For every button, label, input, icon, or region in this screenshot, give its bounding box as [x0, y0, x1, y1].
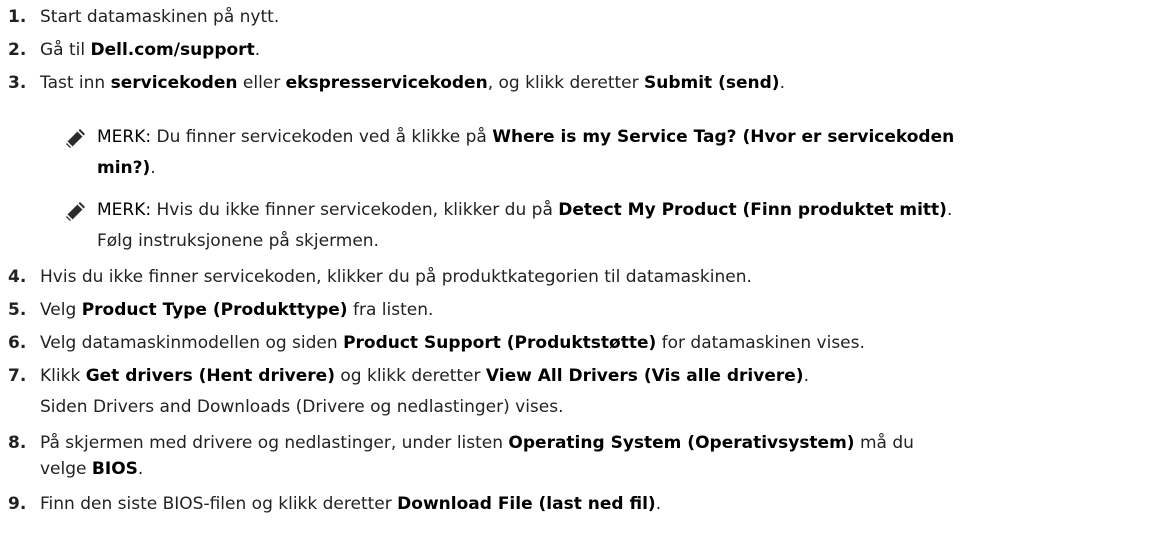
step-text: Hvis du ikke finner servicekoden, klikke… — [40, 264, 752, 290]
step-number: 2. — [8, 40, 27, 60]
emphasis-text: Operating System (Operativsystem) — [508, 433, 855, 453]
emphasis-text: View All Drivers (Vis alle drivere) — [485, 366, 804, 386]
emphasis-text: servicekoden — [110, 73, 238, 93]
emphasis-text: BIOS — [91, 459, 138, 479]
body-text: Tast inn — [40, 73, 111, 93]
body-text: . — [655, 494, 662, 514]
note-line-2: Følg instruksjonene på skjermen. — [97, 231, 379, 251]
note-line-1: Du finner servicekoden ved å klikke på W… — [151, 127, 955, 147]
note-label: MERK: — [97, 200, 152, 220]
body-text: fra listen. — [347, 300, 434, 320]
note-text: MERK: Du finner servicekoden ved å klikk… — [97, 124, 1157, 181]
body-text: velge — [40, 459, 92, 479]
emphasis-text: Submit (send) — [644, 73, 780, 93]
step-number: 4. — [8, 267, 27, 287]
step-text: Velg Product Type (Produkttype) fra list… — [40, 297, 433, 323]
step-number: 8. — [8, 433, 27, 453]
step-number: 9. — [8, 494, 27, 514]
note-line-1: Hvis du ikke finner servicekoden, klikke… — [151, 200, 953, 220]
step-7-result: Siden Drivers and Downloads (Drivere og … — [40, 397, 564, 417]
emphasis-text: Dell.com/support — [90, 40, 255, 60]
body-text: . — [254, 40, 261, 60]
instruction-document: 1. Start datamaskinen på nytt. 2. Gå til… — [0, 0, 1163, 553]
step-text: Klikk Get drivers (Hent drivere) og klik… — [40, 363, 809, 389]
body-text: Hvis du ikke finner servicekoden, klikke… — [151, 200, 559, 220]
step-number: 5. — [8, 300, 27, 320]
note-line-2: min?). — [97, 158, 156, 178]
step-text: På skjermen med drivere og nedlastinger,… — [40, 430, 914, 456]
body-text: Hvis du ikke finner servicekoden, klikke… — [40, 267, 752, 287]
emphasis-text: Product Type (Produkttype) — [81, 300, 348, 320]
emphasis-text: Detect My Product (Finn produktet mitt) — [558, 200, 947, 220]
emphasis-text: Product Support (Produktstøtte) — [343, 333, 657, 353]
step-text: Start datamaskinen på nytt. — [40, 4, 279, 30]
body-text: . — [150, 158, 156, 178]
note-label: MERK: — [97, 127, 152, 147]
body-text: Følg instruksjonene på skjermen. — [97, 231, 379, 251]
note-text: MERK: Hvis du ikke finner servicekoden, … — [97, 197, 1157, 254]
step-number: 6. — [8, 333, 27, 353]
body-text: og klikk deretter — [334, 366, 486, 386]
body-text: På skjermen med drivere og nedlastinger,… — [40, 433, 509, 453]
body-text: . — [946, 200, 953, 220]
step-text: Gå til Dell.com/support. — [40, 37, 260, 63]
emphasis-text: Get drivers (Hent drivere) — [85, 366, 335, 386]
body-text: Velg — [40, 300, 82, 320]
step-number: 7. — [8, 366, 27, 386]
body-text: Gå til — [40, 40, 91, 60]
body-text: Klikk — [40, 366, 86, 386]
note-pencil-icon — [64, 129, 85, 150]
step-text: Tast inn servicekoden eller ekspresservi… — [40, 70, 785, 96]
body-text: for datamaskinen vises. — [656, 333, 865, 353]
emphasis-text: Download File (last ned fil) — [397, 494, 656, 514]
body-text: Start datamaskinen på nytt. — [40, 7, 280, 27]
emphasis-text: ekspresservicekoden — [285, 73, 488, 93]
body-text: . — [803, 366, 809, 386]
note-pencil-icon — [64, 202, 85, 223]
body-text: Du finner servicekoden ved å klikke på — [151, 127, 493, 147]
emphasis-text: min?) — [97, 158, 151, 178]
emphasis-text: Where is my Service Tag? (Hvor er servic… — [492, 127, 955, 147]
step-text: Finn den siste BIOS-filen og klikk deret… — [40, 491, 661, 517]
step-8-continuation: velge BIOS. — [40, 456, 143, 482]
step-number: 3. — [8, 73, 27, 93]
body-text: eller — [237, 73, 286, 93]
body-text: Finn den siste BIOS-filen og klikk deret… — [40, 494, 398, 514]
body-text: Velg datamaskinmodellen og siden — [40, 333, 344, 353]
body-text: må du — [854, 433, 914, 453]
body-text: . — [779, 73, 785, 93]
body-text: . — [137, 459, 144, 479]
step-text: Velg datamaskinmodellen og siden Product… — [40, 330, 865, 356]
body-text: , og klikk deretter — [487, 73, 644, 93]
step-number: 1. — [8, 7, 27, 27]
